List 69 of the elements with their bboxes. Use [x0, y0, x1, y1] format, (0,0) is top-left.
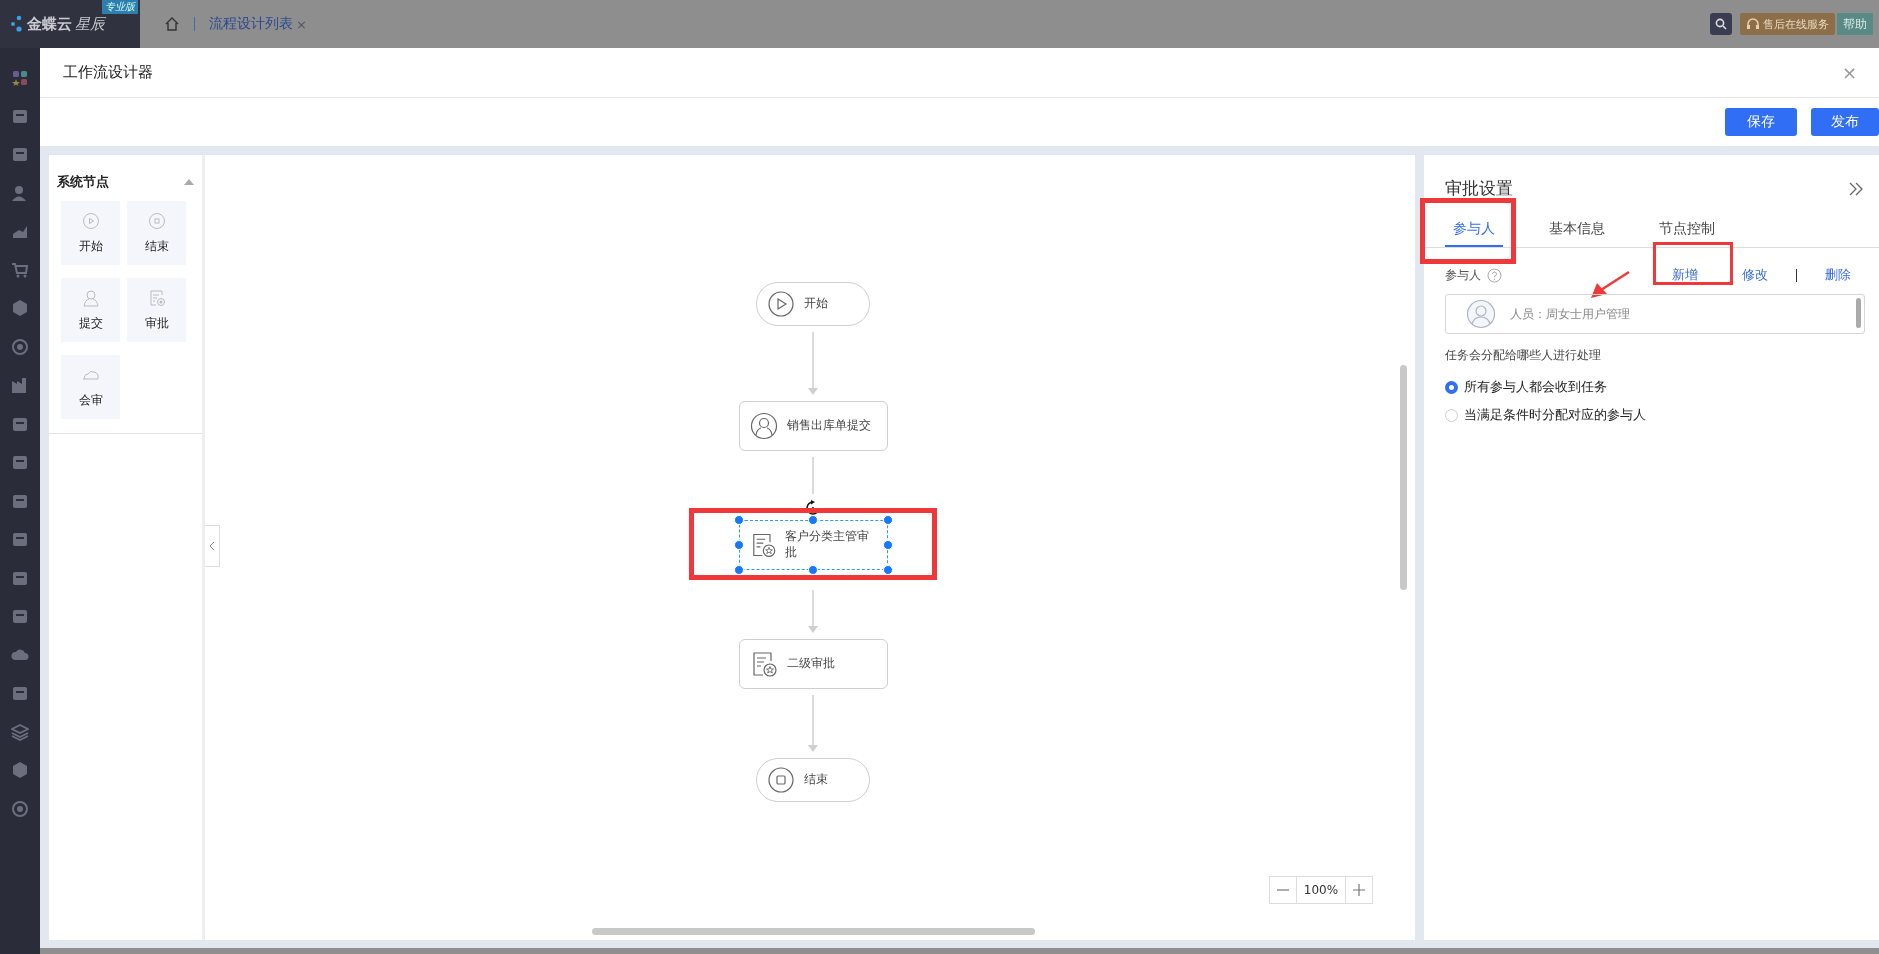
avatar-icon	[1466, 299, 1496, 329]
resize-handle[interactable]	[733, 540, 744, 550]
field-label: 参与人	[1445, 266, 1481, 284]
action-link[interactable]: 修改	[1732, 266, 1778, 284]
apps-icon[interactable]	[12, 70, 28, 86]
person-icon[interactable]	[11, 183, 29, 202]
play-icon	[81, 211, 100, 230]
play-icon	[767, 290, 795, 318]
cart-icon[interactable]	[11, 260, 29, 279]
scrollbar[interactable]	[1856, 298, 1861, 328]
person-icon	[81, 288, 100, 307]
hint-text: 任务会分配给哪些人进行处理	[1445, 347, 1602, 364]
primary-button[interactable]: 保存	[1725, 108, 1797, 136]
participant-name: 人员：周女士用户管理	[1510, 305, 1630, 323]
flow-node[interactable]: 结束	[756, 758, 870, 802]
logo-text: 星辰	[75, 14, 105, 34]
radio-option[interactable]: 所有参与人都会收到任务	[1445, 378, 1865, 396]
scrollbar[interactable]	[592, 928, 1035, 935]
person-icon	[749, 412, 778, 440]
scrollbar[interactable]	[1400, 365, 1407, 590]
connector-arrow	[808, 589, 818, 633]
search-icon	[1715, 18, 1727, 30]
resize-handle[interactable]	[882, 540, 893, 550]
palette-node[interactable]: 会审	[61, 355, 120, 419]
hex-icon[interactable]	[11, 761, 29, 779]
plus-icon	[1352, 883, 1366, 897]
action-link[interactable]: 删除	[1815, 266, 1861, 284]
connector-arrow	[808, 694, 818, 752]
resize-handle[interactable]	[808, 565, 818, 575]
flow-node[interactable]: 销售出库单提交	[738, 401, 888, 451]
service-button[interactable]: 售后在线服务	[1740, 13, 1835, 35]
palette-title: 系统节点	[57, 173, 109, 191]
palette-node[interactable]: 开始	[61, 201, 120, 265]
cube-icon[interactable]	[11, 299, 29, 317]
radio-option[interactable]: 当满足条件时分配对应的参与人	[1445, 406, 1865, 424]
stop-icon	[147, 211, 166, 230]
factory-icon[interactable]	[11, 376, 29, 394]
palette-node[interactable]: 提交	[61, 278, 120, 342]
resize-handle[interactable]	[733, 515, 744, 525]
help-icon[interactable]	[1487, 267, 1502, 283]
layers-icon[interactable]	[11, 722, 29, 741]
flow-node[interactable]: 客户分类主管审批	[738, 520, 888, 570]
settings-tab[interactable]: 基本信息	[1541, 220, 1613, 247]
headset-icon	[1746, 17, 1760, 31]
logo-icon	[10, 15, 24, 33]
settings-tab[interactable]: 节点控制	[1651, 220, 1723, 247]
logo-text: 金蝶云	[27, 14, 72, 34]
settings-tab[interactable]: 参与人	[1445, 220, 1503, 247]
connector-line	[812, 456, 814, 495]
resize-handle[interactable]	[808, 515, 818, 525]
dialog-title: 工作流设计器	[63, 63, 153, 82]
search-button[interactable]	[1710, 13, 1732, 35]
resize-handle[interactable]	[733, 565, 744, 575]
collapse-handle[interactable]	[205, 525, 220, 567]
edition-badge: 专业版	[102, 0, 138, 14]
connector-arrow	[808, 331, 818, 395]
stop-icon	[767, 766, 795, 794]
document-icon	[147, 288, 166, 307]
home-icon[interactable]	[164, 16, 180, 32]
primary-button[interactable]: 发布	[1811, 108, 1879, 136]
collapse-icon[interactable]	[184, 179, 194, 185]
palette-node[interactable]: 审批	[127, 278, 186, 342]
resize-handle[interactable]	[882, 515, 893, 525]
resize-handle[interactable]	[882, 565, 893, 575]
action-link[interactable]: 新增	[1656, 266, 1714, 284]
flow-node[interactable]: 开始	[756, 282, 870, 326]
palette-node[interactable]: 结束	[127, 201, 186, 265]
panel-title: 审批设置	[1445, 177, 1513, 200]
flow-node[interactable]: 二级审批	[738, 639, 888, 689]
